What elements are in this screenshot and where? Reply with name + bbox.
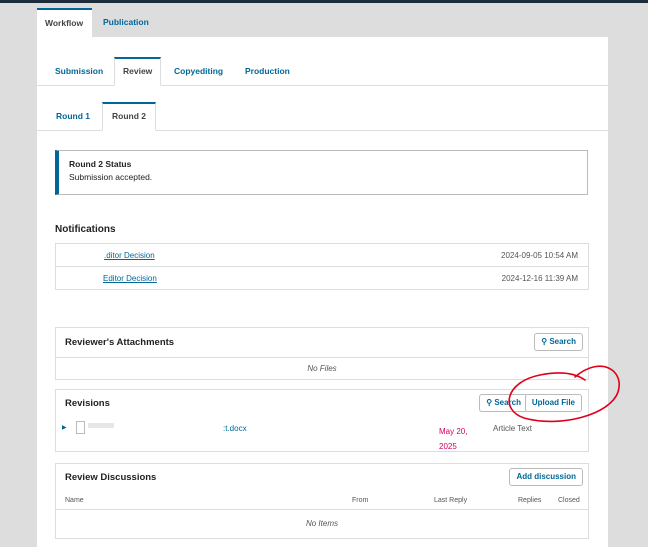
annotation-circle — [508, 365, 620, 423]
